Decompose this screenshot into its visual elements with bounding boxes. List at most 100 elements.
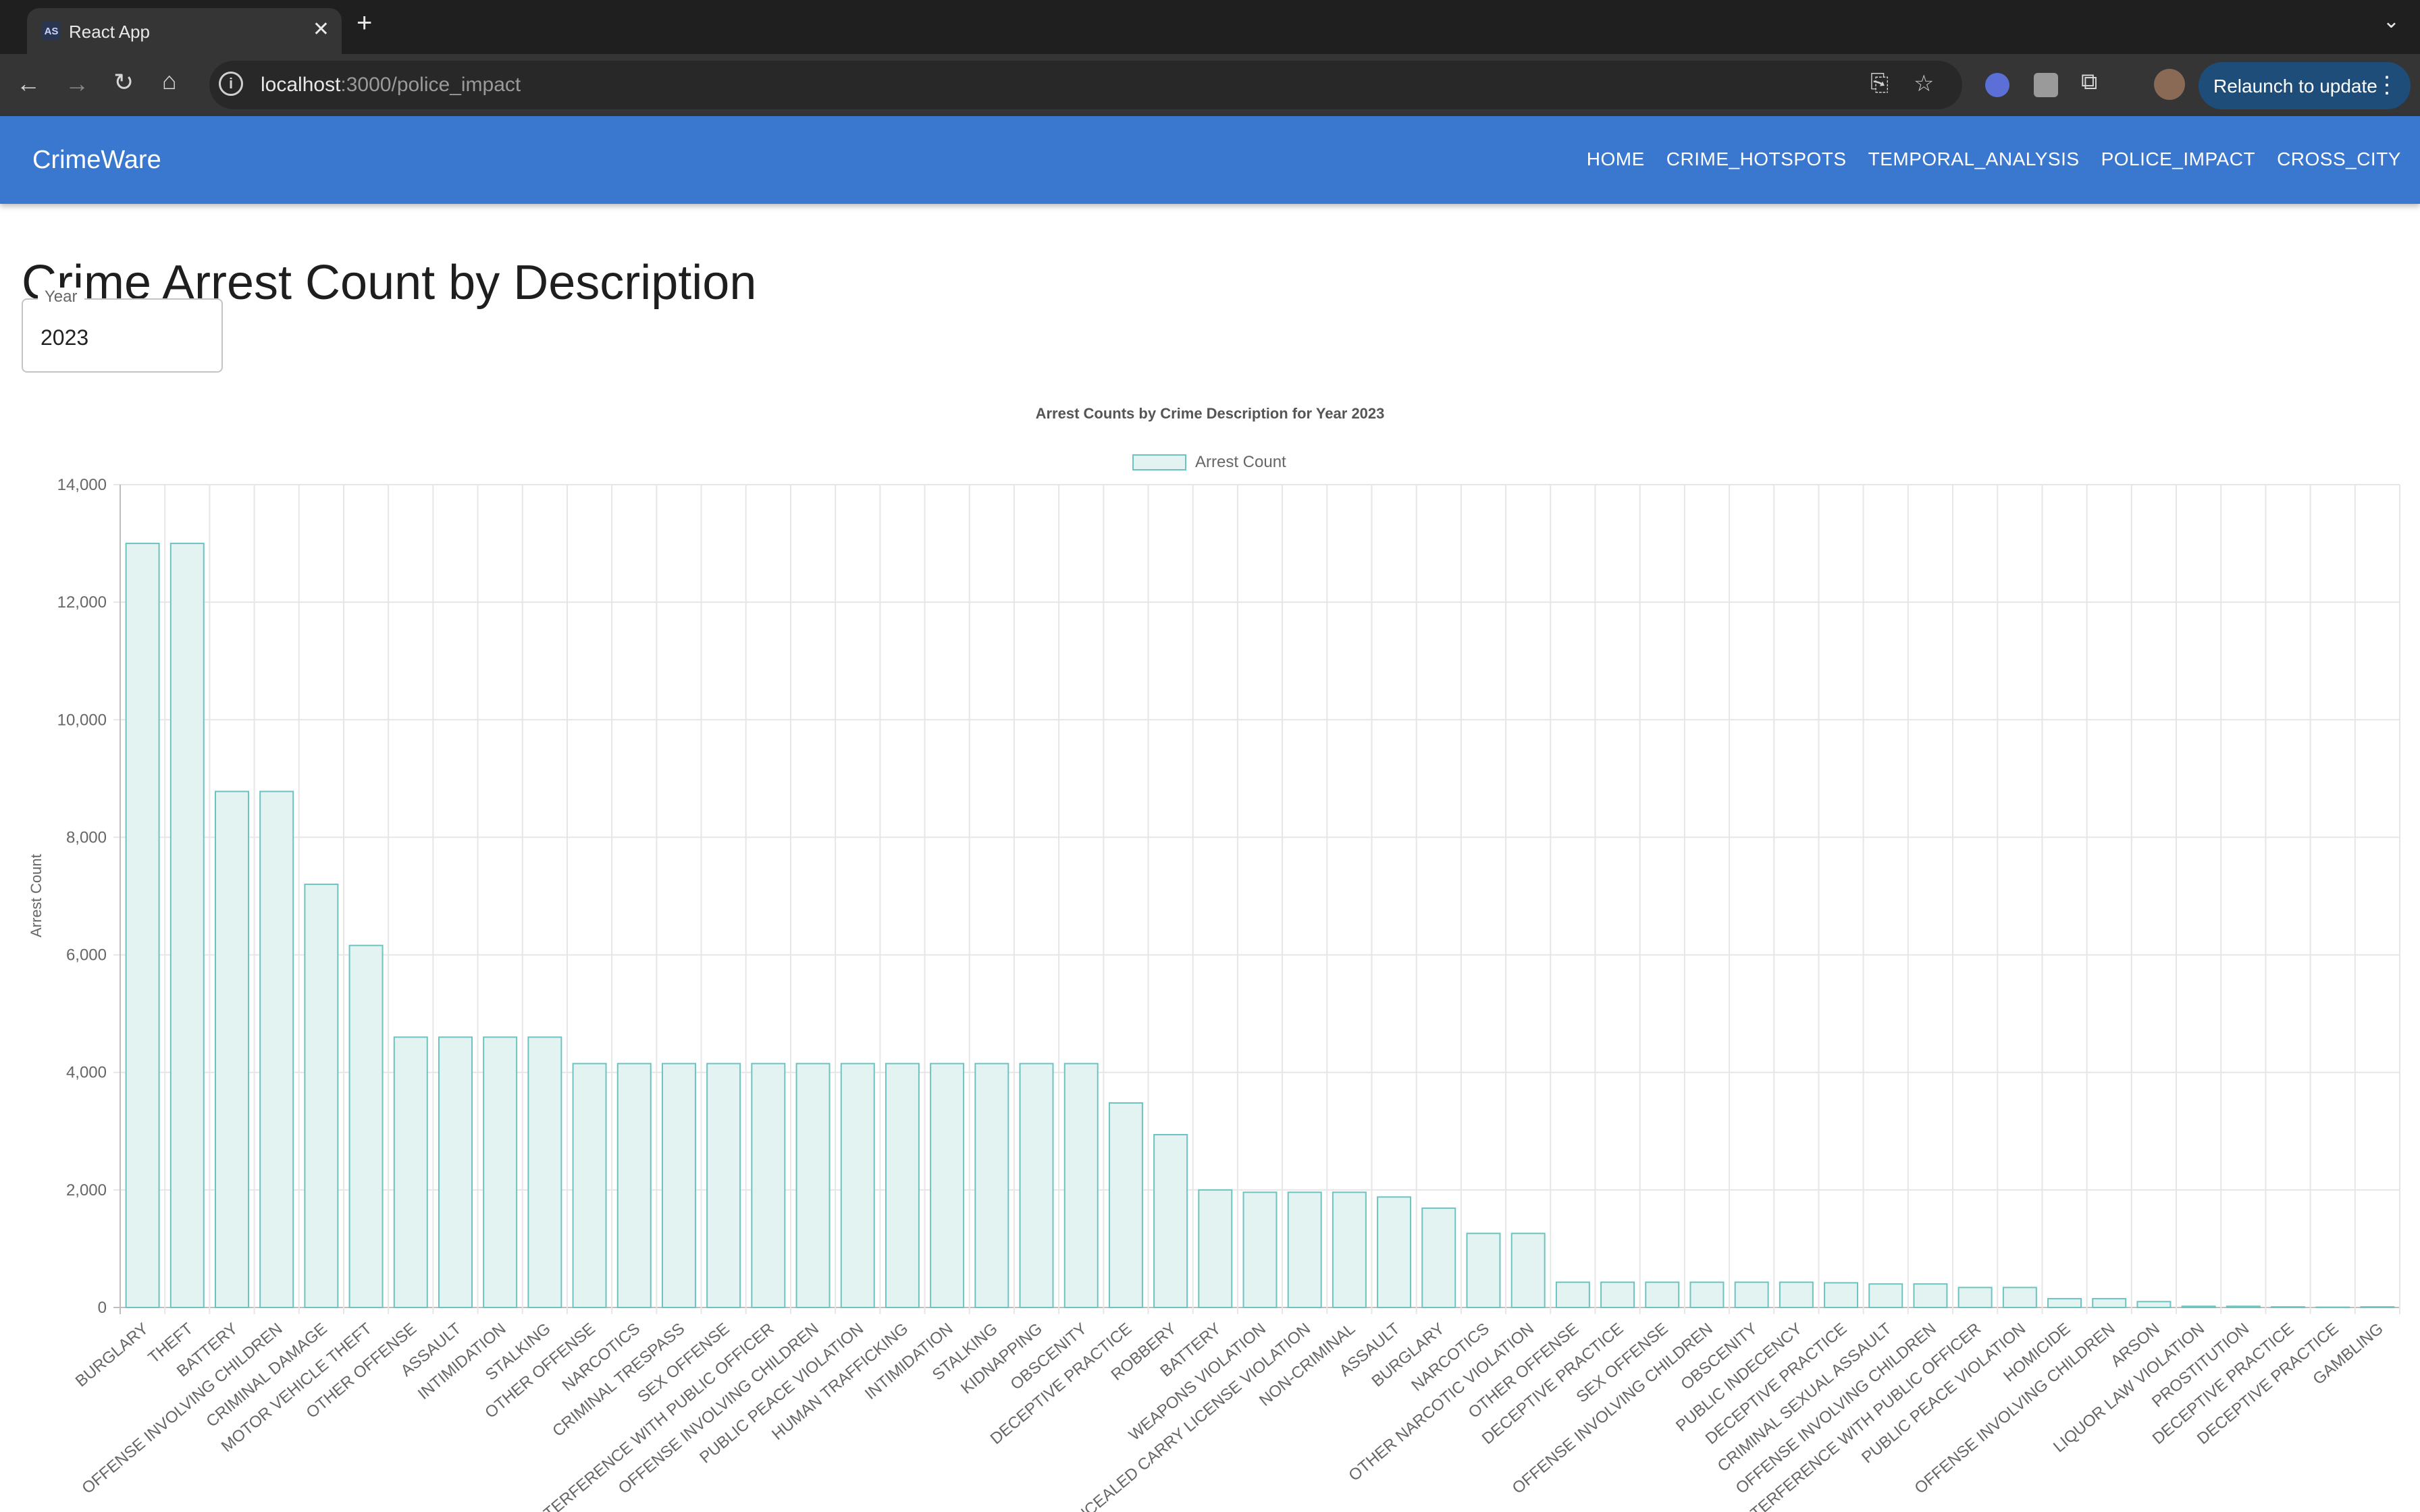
bar xyxy=(1510,1233,1546,1309)
year-label: Year xyxy=(38,288,84,306)
main-nav: HOME CRIME_HOTSPOTS TEMPORAL_ANALYSIS PO… xyxy=(1565,148,2401,170)
bar xyxy=(840,1062,875,1308)
bar xyxy=(393,1036,428,1308)
y-tick-label: 14,000 xyxy=(57,476,107,494)
bar xyxy=(125,543,160,1309)
more-menu-icon[interactable]: ⋮ xyxy=(2375,72,2398,99)
reload-icon[interactable]: ↻ xyxy=(113,70,134,94)
bar xyxy=(1957,1287,1993,1309)
browser-tab-strip: AS React App ✕ + ⌄ xyxy=(0,0,2420,54)
bar xyxy=(1421,1207,1456,1308)
bar xyxy=(1913,1283,1948,1308)
bar xyxy=(527,1036,562,1308)
browser-tab[interactable]: AS React App ✕ xyxy=(27,8,342,54)
browser-toolbar: ← → ↻ ⌂ i localhost:3000/police_impact ⎘… xyxy=(0,54,2420,116)
home-icon[interactable]: ⌂ xyxy=(162,69,177,93)
y-tick-label: 0 xyxy=(98,1299,107,1317)
bar xyxy=(795,1062,831,1308)
bar xyxy=(1063,1062,1099,1308)
bar xyxy=(616,1062,652,1308)
install-app-icon[interactable]: ⎘ xyxy=(1870,70,1889,97)
nav-temporal-analysis[interactable]: TEMPORAL_ANALYSIS xyxy=(1868,148,2080,170)
bar xyxy=(572,1062,607,1308)
bar xyxy=(1600,1281,1635,1309)
tab-search-chevron-icon[interactable]: ⌄ xyxy=(2383,9,2400,33)
bar xyxy=(1555,1281,1590,1309)
bar xyxy=(2136,1301,2172,1308)
bar xyxy=(214,790,249,1308)
bar xyxy=(1868,1283,1903,1308)
forward-icon[interactable]: → xyxy=(65,72,89,96)
app-bar: CrimeWare HOME CRIME_HOTSPOTS TEMPORAL_A… xyxy=(0,116,2420,204)
bar xyxy=(1734,1281,1769,1309)
bar xyxy=(930,1062,965,1308)
bar xyxy=(1779,1281,1814,1309)
bar xyxy=(348,944,384,1308)
url-path: :3000/police_impact xyxy=(340,74,521,96)
bar xyxy=(1377,1196,1412,1308)
tab-close-icon[interactable]: ✕ xyxy=(313,18,330,41)
bar xyxy=(1287,1191,1322,1308)
bar xyxy=(2181,1305,2216,1308)
new-tab-icon[interactable]: + xyxy=(357,9,372,36)
relaunch-label: Relaunch to update xyxy=(2213,76,2377,97)
bar xyxy=(2092,1297,2127,1309)
bars xyxy=(125,543,2395,1309)
url-host: localhost xyxy=(261,74,341,96)
y-tick-label: 2,000 xyxy=(66,1181,107,1199)
nav-police-impact[interactable]: POLICE_IMPACT xyxy=(2101,148,2255,170)
bar xyxy=(1108,1102,1143,1309)
bar xyxy=(169,543,205,1309)
arrest-count-bar-chart: Arrest Counts by Crime Description for Y… xyxy=(28,405,2400,1512)
bar xyxy=(706,1062,741,1308)
y-axis-ticks: 0 2,000 4,000 6,000 8,000 10,000 12,000 14,000 xyxy=(57,476,107,1317)
site-info-icon[interactable]: i xyxy=(219,72,243,96)
profile-avatar[interactable] xyxy=(2154,69,2185,100)
tab-title: React App xyxy=(69,22,150,42)
bar xyxy=(438,1036,473,1308)
extension-icon[interactable] xyxy=(2034,73,2058,97)
bar xyxy=(1332,1191,1367,1308)
bookmark-star-icon[interactable]: ☆ xyxy=(1914,70,1934,97)
year-value[interactable]: 2023 xyxy=(41,325,88,350)
bar xyxy=(974,1062,1009,1308)
bar xyxy=(1824,1282,1859,1309)
nav-home[interactable]: HOME xyxy=(1587,148,1645,170)
address-bar[interactable]: i localhost:3000/police_impact ⎘ ☆ xyxy=(209,61,1962,109)
bar xyxy=(1153,1134,1188,1309)
bar xyxy=(304,884,339,1308)
bar xyxy=(1466,1233,1501,1309)
bar xyxy=(259,790,294,1308)
extension-icon[interactable] xyxy=(1985,73,2009,97)
bar xyxy=(885,1062,920,1308)
relaunch-button[interactable]: Relaunch to update ⋮ xyxy=(2199,62,2411,109)
extensions-puzzle-icon[interactable]: ⧉ xyxy=(2081,70,2097,93)
bar xyxy=(751,1062,786,1308)
y-axis-label: Arrest Count xyxy=(28,854,45,938)
x-axis-ticks: BURGLARYTHEFTBATTERYOFFENSE INVOLVING CH… xyxy=(72,1320,2387,1512)
y-tick-label: 10,000 xyxy=(57,711,107,729)
bar xyxy=(1198,1189,1233,1309)
bar xyxy=(661,1062,696,1308)
chart-title: Arrest Counts by Crime Description for Y… xyxy=(1036,405,1385,422)
bar xyxy=(2002,1287,2037,1309)
legend-label: Arrest Count xyxy=(1195,453,1286,471)
bar xyxy=(2315,1306,2350,1309)
brand-logo[interactable]: CrimeWare xyxy=(32,146,161,175)
bar xyxy=(1019,1062,1054,1308)
y-tick-label: 4,000 xyxy=(66,1064,107,1082)
back-icon[interactable]: ← xyxy=(16,72,41,96)
url-text[interactable]: localhost:3000/police_impact xyxy=(261,74,521,97)
x-tick-label: BURGLARY xyxy=(72,1320,152,1390)
y-tick-label: 6,000 xyxy=(66,946,107,965)
tab-favicon-icon: AS xyxy=(42,22,61,40)
bar xyxy=(1645,1281,1680,1309)
nav-cross-city[interactable]: CROSS_CITY xyxy=(2277,148,2401,170)
bar xyxy=(1242,1191,1278,1308)
y-tick-label: 12,000 xyxy=(57,593,107,612)
year-input[interactable]: Year 2023 xyxy=(22,288,223,373)
chart-legend[interactable]: Arrest Count xyxy=(1132,453,1286,471)
bar xyxy=(2047,1297,2082,1309)
y-tick-label: 8,000 xyxy=(66,828,107,846)
nav-crime-hotspots[interactable]: CRIME_HOTSPOTS xyxy=(1666,148,1847,170)
